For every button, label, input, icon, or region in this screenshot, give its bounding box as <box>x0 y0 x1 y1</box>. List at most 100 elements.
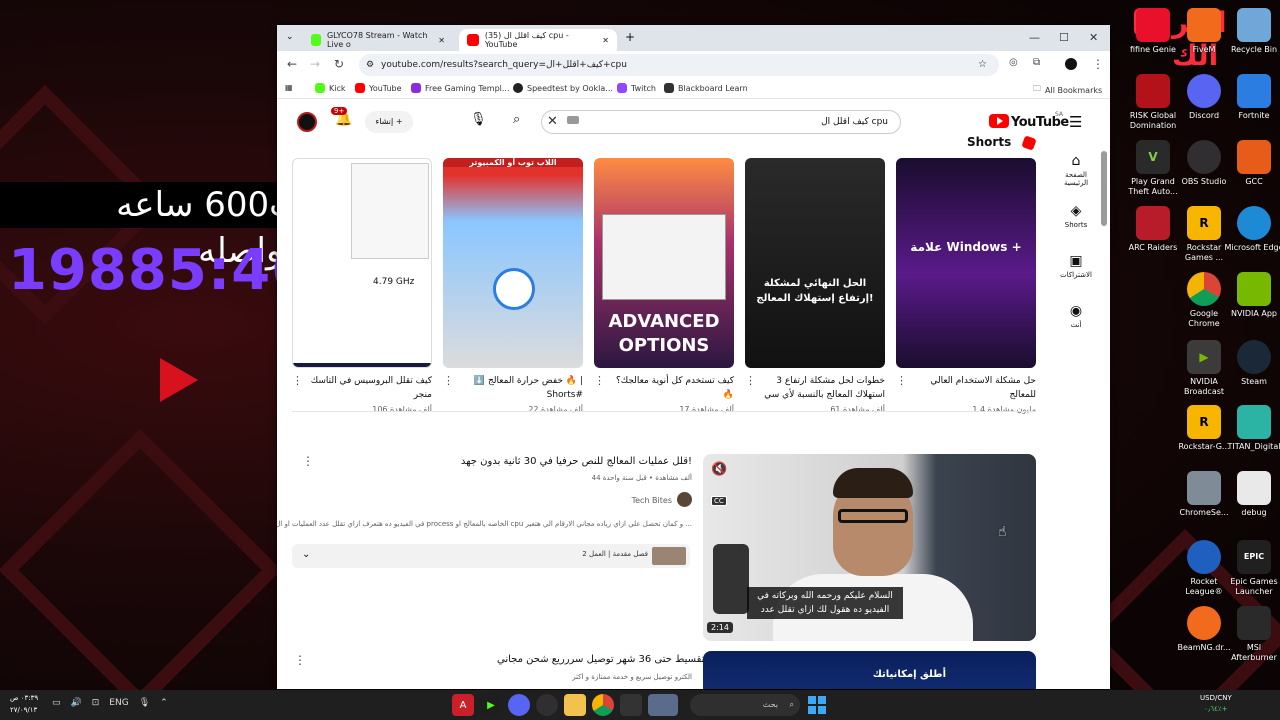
short-thumbnail[interactable]: الحل النهائي لمشكلة إرتفاع إستهلاك المعا… <box>745 158 885 368</box>
bookmark-star-icon[interactable]: ☆ <box>978 54 987 76</box>
video-title[interactable]: قلل عمليات المعالج للنص حرفيا في 30 ثاني… <box>461 456 692 467</box>
chevron-up-icon[interactable]: ⌃ <box>160 698 168 708</box>
site-info-icon[interactable]: ⚙ <box>366 54 374 76</box>
short-thumbnail[interactable]: اللاب توب أو الكمبيوتر <box>443 158 583 368</box>
more-options-icon[interactable]: ⋮ <box>594 374 605 387</box>
forward-icon[interactable]: → <box>310 57 320 71</box>
captions-icon[interactable]: CC <box>711 496 727 506</box>
short-thumbnail[interactable]: ADVANCED OPTIONS <box>594 158 734 368</box>
more-options-icon[interactable]: ⋮ <box>896 374 907 387</box>
account-avatar[interactable] <box>297 112 317 132</box>
guide-item-you[interactable]: ◉ أنت <box>1053 303 1099 329</box>
bookmark-blackboard[interactable]: Blackboard Learn <box>664 83 748 93</box>
desktop-icon-debug[interactable]: debug <box>1224 471 1280 518</box>
discord-icon[interactable] <box>508 694 530 716</box>
taskbar-app-icon[interactable]: A <box>452 694 474 716</box>
short-thumbnail[interactable]: 4.79 GHz <box>292 158 432 368</box>
apps-grid-icon[interactable]: ▦ <box>285 83 293 92</box>
close-icon[interactable]: ✕ <box>438 36 445 45</box>
all-bookmarks[interactable]: 🗀 All Bookmarks <box>1033 83 1102 97</box>
clear-search-icon[interactable]: ✕ <box>547 114 558 129</box>
taskbar-app-icon[interactable] <box>620 694 642 716</box>
close-window-icon[interactable]: ✕ <box>1089 31 1098 44</box>
short-title[interactable]: 3 خطوات لحل مشكلة ارتفاع استهلاك المعالج… <box>745 374 885 402</box>
obs-icon[interactable] <box>536 694 558 716</box>
tab-glyco-stream[interactable]: GLYCO78 Stream - Watch Live o ✕ <box>303 29 453 51</box>
keyboard-icon[interactable] <box>567 116 579 124</box>
search-input[interactable]: كيف اقلل ال cpu <box>541 110 901 134</box>
bookmark-speedtest[interactable]: Speedtest by Ookla... <box>513 83 613 93</box>
scrollbar[interactable] <box>1101 151 1107 226</box>
short-thumbnail[interactable]: علامة Windows + <box>896 158 1036 368</box>
microphone-icon[interactable]: 🎙 <box>139 698 150 708</box>
channel-avatar[interactable] <box>677 492 692 507</box>
network-icon[interactable]: ⊡ <box>92 698 100 708</box>
desktop-icon-recycle-bin[interactable]: Recycle Bin <box>1224 8 1280 55</box>
desktop-icon-edge[interactable]: Microsoft Edge <box>1224 206 1280 253</box>
tab-youtube[interactable]: (35) كيف اقلل ال cpu - YouTube ✕ <box>459 29 617 51</box>
guide-item-home[interactable]: ⌂ الصفحة الرئيسية <box>1053 153 1099 187</box>
desktop-icon-steam[interactable]: Steam <box>1224 340 1280 387</box>
battery-icon[interactable]: ▭ <box>52 698 61 708</box>
short-card[interactable]: 4.79 GHz كيف تقلل البروسيس في التاسك منج… <box>292 158 432 414</box>
volume-icon[interactable]: 🔊 <box>71 698 82 708</box>
guide-item-subscriptions[interactable]: ▣ الاشتراكات <box>1053 253 1099 279</box>
taskbar-search[interactable]: بحث ⌕ <box>690 694 800 716</box>
short-card[interactable]: اللاب توب أو الكمبيوتر ⬇️ خفض حرارة المع… <box>443 158 583 414</box>
short-title[interactable]: كيف تقلل البروسيس في التاسك منجر <box>292 374 432 402</box>
start-button[interactable] <box>808 696 826 714</box>
more-options-icon[interactable]: ⋮ <box>294 653 306 667</box>
chevron-down-icon[interactable]: ⌄ <box>302 549 310 560</box>
chapters-bar[interactable]: ⌄ 2 فصل مقدمة | العمل <box>292 544 690 568</box>
short-card[interactable]: علامة Windows + حل مشكلة الاستخدام العال… <box>896 158 1036 414</box>
back-icon[interactable]: ← <box>287 57 297 71</box>
reload-icon[interactable]: ↻ <box>334 57 344 71</box>
more-options-icon[interactable]: ⋮ <box>745 374 756 387</box>
channel-name[interactable]: Tech Bites <box>632 496 672 505</box>
taskbar-app-icon[interactable]: ▶ <box>480 694 502 716</box>
bookmark-kick[interactable]: Kick <box>315 83 346 93</box>
short-card[interactable]: ADVANCED OPTIONS كيف تستخدم كل أنوية معا… <box>594 158 734 414</box>
file-explorer-icon[interactable] <box>564 694 586 716</box>
video-thumbnail[interactable]: أطلق إمكانياتك <box>703 651 1036 689</box>
extensions-puzzle-icon[interactable]: ⧉ <box>1033 57 1040 68</box>
chrome-icon[interactable] <box>592 694 614 716</box>
desktop-icon-fortnite[interactable]: Fortnite <box>1224 74 1280 121</box>
close-icon[interactable]: ✕ <box>602 36 609 45</box>
guide-item-shorts[interactable]: ◈ Shorts <box>1053 203 1099 229</box>
new-tab-icon[interactable]: + <box>625 30 635 44</box>
more-options-icon[interactable]: ⋮ <box>292 374 303 387</box>
guide-menu-icon[interactable]: ☰ <box>1069 113 1082 131</box>
search-icon[interactable]: ⌕ <box>513 112 520 127</box>
taskbar-app-icon[interactable] <box>648 694 678 716</box>
mute-icon[interactable]: 🔇 <box>711 462 727 477</box>
desktop-icon-epic[interactable]: EPIC Epic Games Launcher <box>1224 540 1280 597</box>
browser-menu-icon[interactable]: ⋮ <box>1092 57 1104 71</box>
maximize-icon[interactable]: ☐ <box>1059 31 1069 44</box>
video-thumbnail[interactable]: 🔇 CC السلام عليكم ورحمه الله وبركاته في … <box>703 454 1036 641</box>
language-indicator[interactable]: ENG <box>109 698 128 708</box>
short-card[interactable]: الحل النهائي لمشكلة إرتفاع إستهلاك المعا… <box>745 158 885 414</box>
video-title[interactable]: تقسيط حتى 36 شهر توصيل سررريع شحن مجاني <box>497 654 704 665</box>
create-button[interactable]: إنشاء + <box>365 111 413 133</box>
short-title[interactable]: كيف تستخدم كل أنوية معالجك؟ 🔥 <box>594 374 734 402</box>
currency-ticker[interactable]: USD/CNY ٠٫٦٤٪+ <box>1200 693 1232 715</box>
bookmark-youtube[interactable]: YouTube <box>355 83 402 93</box>
bookmark-gaming-templates[interactable]: Free Gaming Templ... <box>411 83 510 93</box>
profile-avatar[interactable] <box>1065 58 1077 70</box>
desktop-icon-gcc[interactable]: GCC <box>1224 140 1280 187</box>
desktop-icon-msi[interactable]: MSI Afterburner <box>1224 606 1280 663</box>
minimize-icon[interactable]: — <box>1029 31 1040 44</box>
short-title[interactable]: ⬇️ خفض حرارة المعالج 🔥 | Shorts# <box>443 374 583 402</box>
more-options-icon[interactable]: ⋮ <box>302 454 314 468</box>
taskbar-clock[interactable]: ٠٣:٣٩ ص ٢٧/٠٩/١٣ <box>10 692 38 716</box>
desktop-icon-titan[interactable]: TITAN_Digital <box>1224 405 1280 452</box>
tab-search-icon[interactable]: ⌄ <box>286 32 294 42</box>
address-bar[interactable]: ⚙ youtube.com/results?search_query=كيف+ا… <box>359 54 999 76</box>
extension-icon[interactable]: ◎ <box>1009 57 1018 68</box>
short-title[interactable]: حل مشكلة الاستخدام العالي للمعالج <box>896 374 1036 402</box>
voice-search-icon[interactable]: 🎙 <box>470 112 487 127</box>
bookmark-twitch[interactable]: Twitch <box>617 83 656 93</box>
more-options-icon[interactable]: ⋮ <box>443 374 454 387</box>
desktop-icon-nvidia[interactable]: NVIDIA App <box>1224 272 1280 319</box>
